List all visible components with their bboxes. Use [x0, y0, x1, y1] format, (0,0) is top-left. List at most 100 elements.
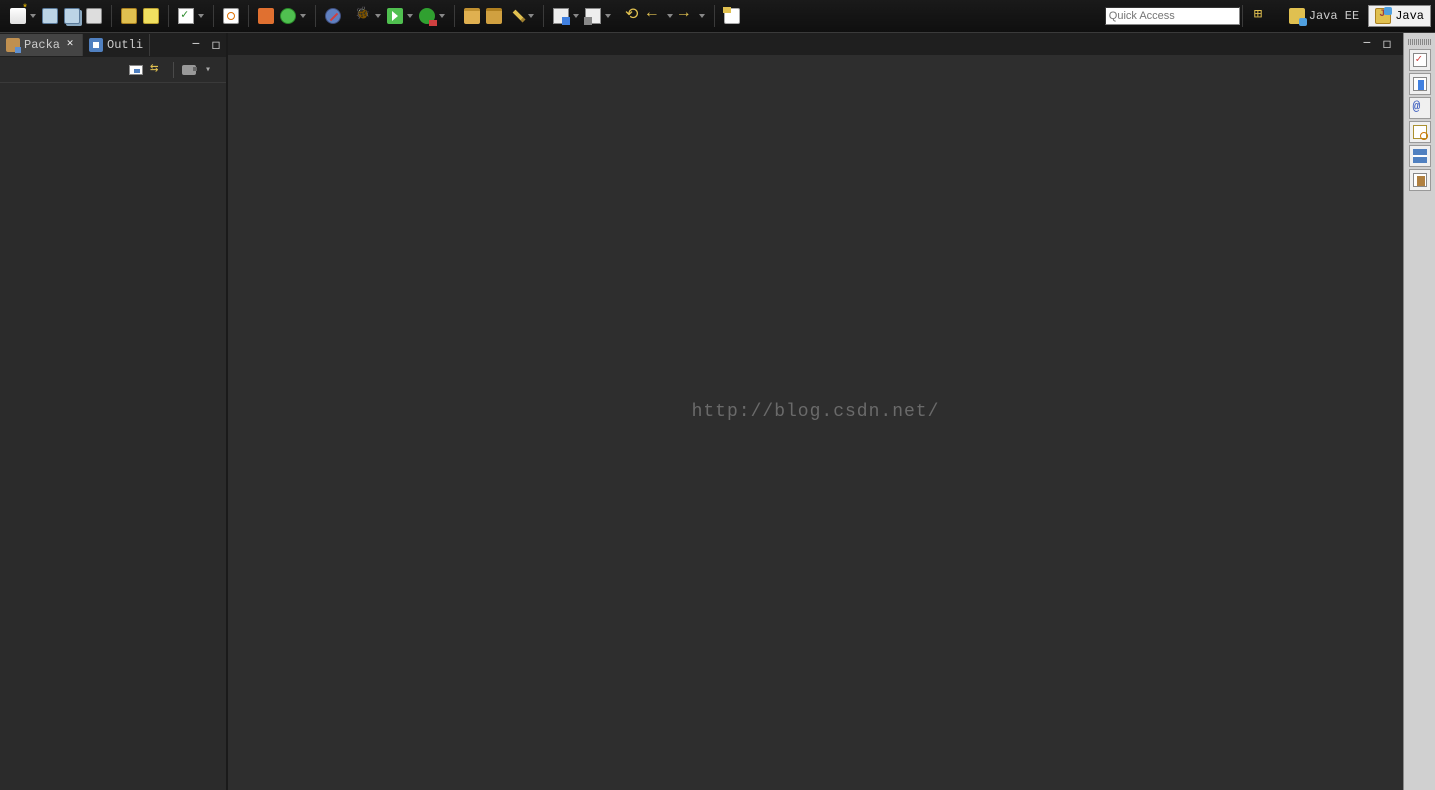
- save-all-button[interactable]: [63, 7, 81, 25]
- java-icon: [1375, 8, 1391, 24]
- minimize-editor-button[interactable]: −: [1359, 36, 1375, 52]
- tab-label: Packa: [24, 38, 60, 52]
- side-tabs: Packa ✕ Outli − ◻: [0, 33, 226, 57]
- perspective-java-ee[interactable]: Java EE: [1282, 5, 1366, 27]
- open-folder-button[interactable]: [463, 7, 481, 25]
- toolbar-group-cheatsheet: [717, 2, 747, 30]
- collapse-all-icon: [129, 65, 143, 75]
- editor-area: − ◻ http://blog.csdn.net/: [228, 33, 1403, 790]
- tab-package-explorer[interactable]: Packa ✕: [0, 34, 83, 56]
- collapse-all-button[interactable]: [127, 61, 145, 79]
- toolbar-separator: [1242, 5, 1243, 27]
- close-icon[interactable]: ✕: [64, 39, 76, 51]
- main-toolbar: Java EE Java: [0, 0, 1435, 33]
- quick-access-input[interactable]: [1105, 7, 1240, 25]
- servers-icon: [1413, 125, 1427, 139]
- build-button[interactable]: [120, 7, 138, 25]
- view-menu-button[interactable]: [202, 61, 220, 79]
- toggle-mark-button[interactable]: [177, 7, 205, 25]
- annotation-prev-icon: [585, 8, 601, 24]
- maximize-view-button[interactable]: ◻: [208, 37, 224, 53]
- save-all-icon: [64, 8, 80, 24]
- tasks-icon: [1413, 53, 1427, 67]
- bug-icon: [355, 8, 371, 24]
- package-explorer-icon: [6, 38, 20, 52]
- debug-config-icon: [258, 8, 274, 24]
- toolbar-group-launch: [348, 2, 452, 30]
- focus-task-button[interactable]: [180, 61, 198, 79]
- print-button[interactable]: [85, 7, 103, 25]
- strip-handle[interactable]: [1408, 39, 1432, 45]
- next-annotation-button[interactable]: [552, 7, 580, 25]
- last-edit-icon: [625, 8, 641, 24]
- toolbar-group-launch-cfg: [251, 2, 313, 30]
- maximize-editor-button[interactable]: ◻: [1379, 36, 1395, 52]
- perspective-label: Java: [1395, 9, 1424, 23]
- minimized-view-properties[interactable]: [1409, 145, 1431, 167]
- java-ee-icon: [1289, 8, 1305, 24]
- tab-outline[interactable]: Outli: [83, 34, 150, 56]
- minimized-view-tasks[interactable]: [1409, 49, 1431, 71]
- save-button[interactable]: [41, 7, 59, 25]
- skip-breakpoints-button[interactable]: [324, 7, 342, 25]
- debug-button[interactable]: [354, 7, 382, 25]
- toolbar-separator: [173, 62, 174, 78]
- cheat-sheet-icon: [724, 8, 740, 24]
- toolbar-group-annotations: [171, 2, 211, 30]
- toolbar-separator: [714, 5, 715, 27]
- toolbar-group-build: [114, 2, 166, 30]
- minimized-view-javadoc[interactable]: @: [1409, 97, 1431, 119]
- prev-annotation-button[interactable]: [584, 7, 612, 25]
- toolbar-separator: [248, 5, 249, 27]
- run-icon: [387, 8, 403, 24]
- right-minimized-views: @: [1403, 33, 1435, 790]
- bookmarks-icon: [1413, 77, 1427, 91]
- forward-button[interactable]: [678, 7, 706, 25]
- toolbar-separator: [111, 5, 112, 27]
- run-config-button[interactable]: [279, 7, 307, 25]
- folder-icon: [486, 8, 502, 24]
- run-button[interactable]: [386, 7, 414, 25]
- minimize-view-button[interactable]: −: [188, 37, 204, 53]
- side-panel: Packa ✕ Outli − ◻: [0, 33, 228, 790]
- javadoc-icon: @: [1413, 101, 1427, 115]
- package-explorer-toolbar: [0, 57, 226, 83]
- focus-task-icon: [182, 65, 196, 75]
- print-icon: [86, 8, 102, 24]
- forward-icon: [679, 8, 695, 24]
- toolbar-group-tags: [546, 2, 618, 30]
- link-icon: [150, 62, 166, 78]
- minimized-view-bookmarks[interactable]: [1409, 73, 1431, 95]
- back-button[interactable]: [646, 7, 674, 25]
- new-icon: [10, 8, 26, 24]
- tab-label: Outli: [107, 38, 143, 52]
- open-perspective-button[interactable]: [1246, 5, 1280, 27]
- package-explorer-body[interactable]: [0, 83, 226, 790]
- minimized-view-snippets[interactable]: [1409, 169, 1431, 191]
- debug-config-button[interactable]: [257, 7, 275, 25]
- snippets-icon: [1413, 173, 1427, 187]
- skip-breakpoints-icon: [325, 8, 341, 24]
- highlighter-button[interactable]: [507, 7, 535, 25]
- toolbar-group-nav: [618, 2, 712, 30]
- link-with-editor-button[interactable]: [149, 61, 167, 79]
- cheat-sheets-button[interactable]: [723, 7, 741, 25]
- outline-icon: [89, 38, 103, 52]
- minimized-view-servers[interactable]: [1409, 121, 1431, 143]
- toolbar-separator: [315, 5, 316, 27]
- check-icon: [178, 8, 194, 24]
- help-icon: [143, 8, 159, 24]
- perspective-java[interactable]: Java: [1368, 5, 1431, 27]
- toolbar-separator: [168, 5, 169, 27]
- open-project-button[interactable]: [485, 7, 503, 25]
- last-edit-button[interactable]: [624, 7, 642, 25]
- toolbar-group-open: [457, 2, 541, 30]
- new-button[interactable]: [9, 7, 37, 25]
- open-type-button[interactable]: [222, 7, 240, 25]
- toolbar-separator: [543, 5, 544, 27]
- run-config-icon: [280, 8, 296, 24]
- external-tools-button[interactable]: [418, 7, 446, 25]
- help-button[interactable]: [142, 7, 160, 25]
- build-icon: [121, 8, 137, 24]
- toolbar-group-search: [216, 2, 246, 30]
